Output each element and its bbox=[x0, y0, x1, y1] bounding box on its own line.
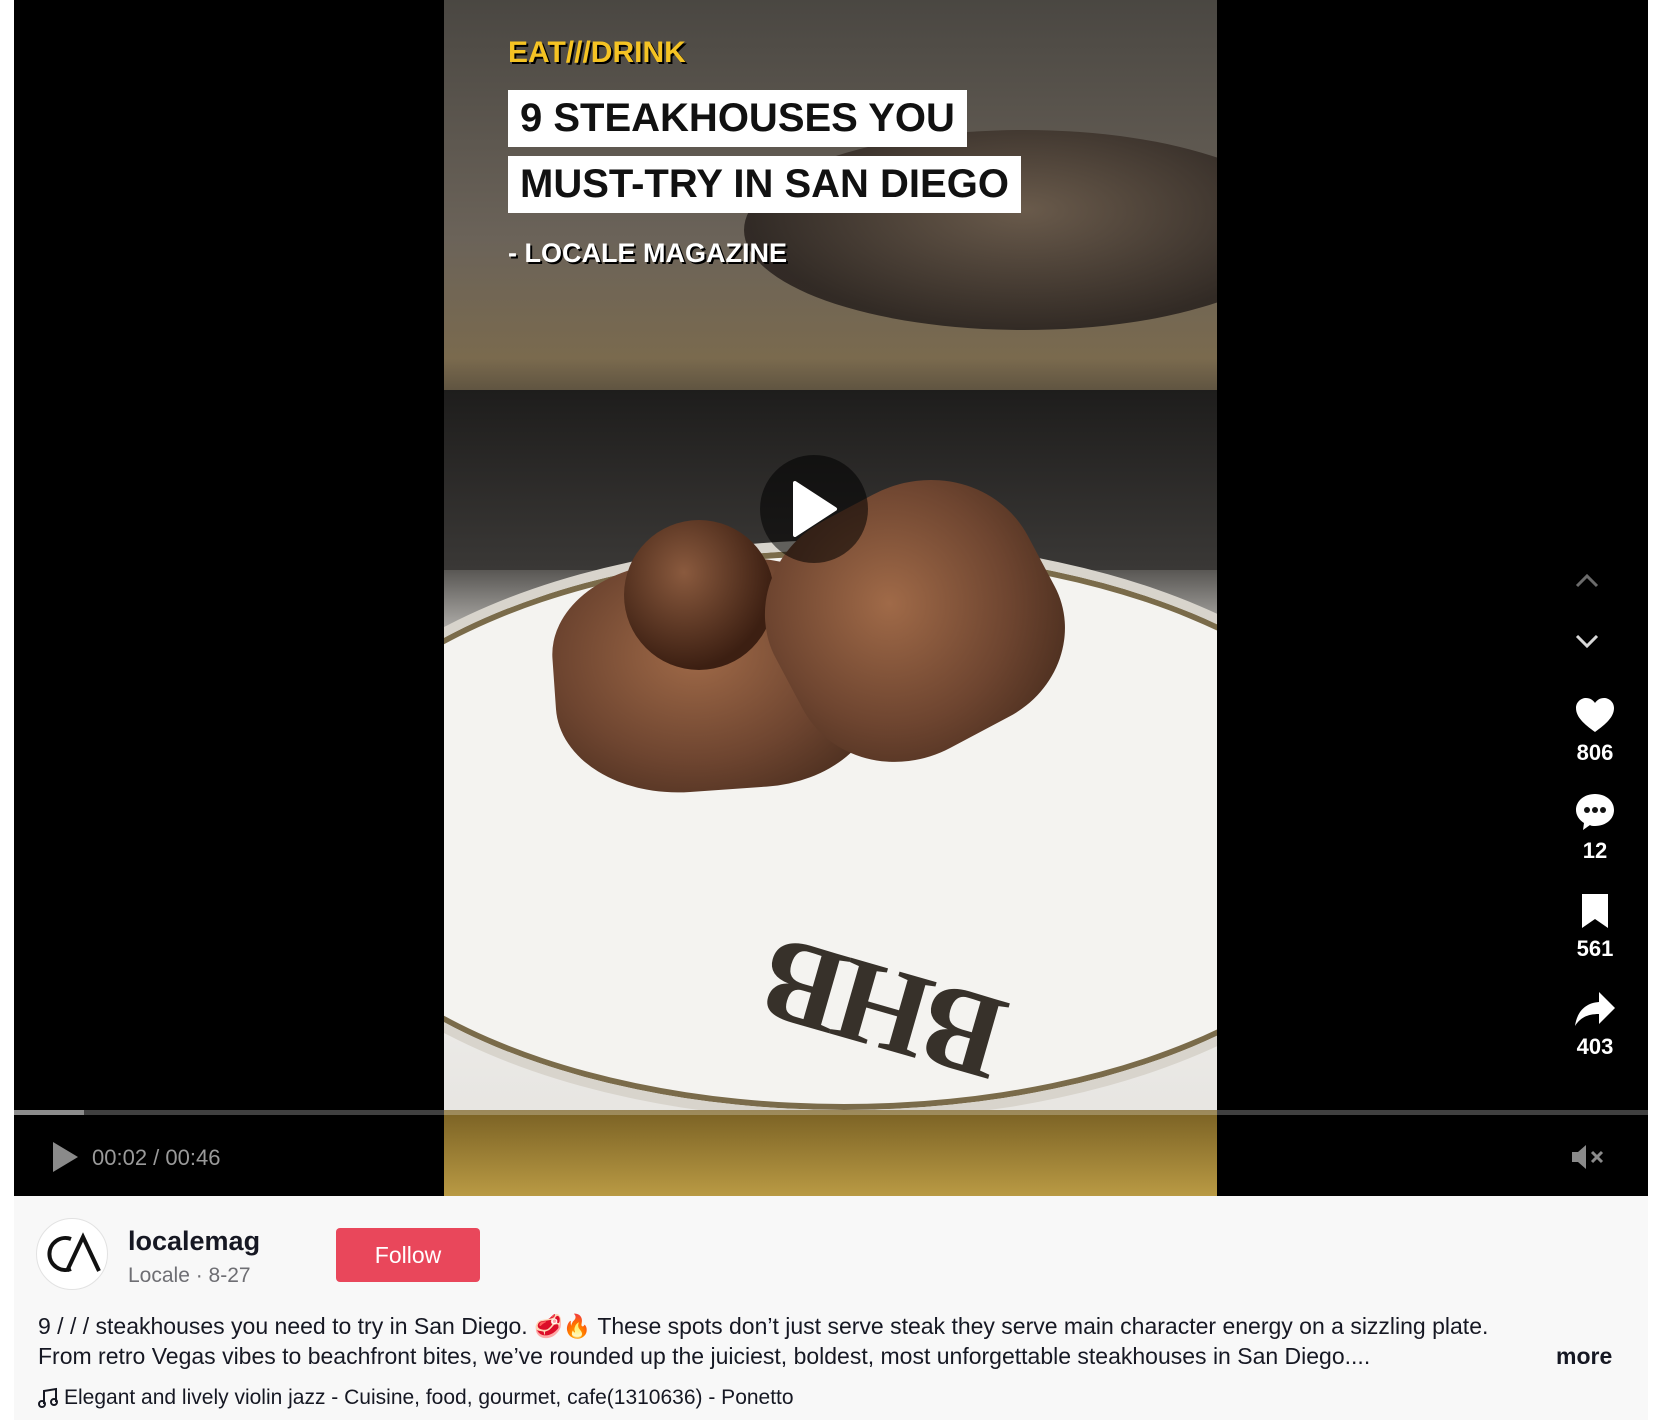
author-meta: Locale · 8-27 bbox=[128, 1264, 251, 1287]
chevron-up-icon bbox=[1575, 573, 1599, 588]
avatar[interactable] bbox=[36, 1218, 108, 1290]
sauce-image bbox=[624, 520, 774, 670]
center-play-button[interactable] bbox=[760, 455, 868, 563]
author-username[interactable]: localemag bbox=[128, 1226, 260, 1257]
music-info[interactable]: Elegant and lively violin jazz - Cuisine… bbox=[38, 1386, 794, 1410]
like-count: 806 bbox=[1576, 740, 1614, 765]
heart-icon bbox=[1576, 698, 1614, 732]
video-description-line-2: From retro Vegas vibes to beachfront bit… bbox=[38, 1343, 1371, 1369]
bookmark-icon bbox=[1582, 894, 1608, 928]
video-description-line-1: 9 / / / steakhouses you need to try in S… bbox=[38, 1313, 1489, 1339]
play-icon bbox=[53, 1142, 78, 1172]
video-category-label: EAT///DRINK bbox=[508, 36, 686, 69]
previous-video-button[interactable] bbox=[1574, 572, 1600, 595]
save-count: 561 bbox=[1576, 936, 1614, 961]
like-button[interactable]: 806 bbox=[1554, 696, 1636, 766]
video-title-line-2: MUST-TRY IN SAN DIEGO bbox=[508, 156, 1021, 213]
video-table-image bbox=[444, 1110, 1217, 1196]
more-link[interactable]: more bbox=[1556, 1343, 1612, 1370]
time-display: 00:02 / 00:46 bbox=[92, 1145, 221, 1170]
video-title-line-1: 9 STEAKHOUSES YOU bbox=[508, 90, 967, 147]
music-note-icon bbox=[38, 1387, 58, 1408]
next-video-button[interactable] bbox=[1574, 632, 1600, 655]
play-icon bbox=[793, 481, 837, 537]
progress-bar[interactable] bbox=[14, 1110, 1648, 1115]
comment-count: 12 bbox=[1582, 838, 1608, 863]
play-button[interactable] bbox=[50, 1140, 80, 1179]
mute-icon bbox=[1572, 1145, 1604, 1169]
share-count: 403 bbox=[1576, 1034, 1614, 1059]
follow-button[interactable]: Follow bbox=[336, 1228, 480, 1282]
save-button[interactable]: 561 bbox=[1554, 892, 1636, 962]
music-title: Elegant and lively violin jazz - Cuisine… bbox=[64, 1386, 794, 1409]
video-byline: - LOCALE MAGAZINE bbox=[508, 238, 787, 268]
video-frame[interactable]: BHB EAT///DRINK 9 STEAKHOUSES YOU MUST-T… bbox=[444, 0, 1217, 1196]
progress-bar-fill bbox=[14, 1110, 85, 1115]
video-info-panel: localemag Locale · 8-27 Follow 9 / / / s… bbox=[14, 1196, 1648, 1420]
share-button[interactable]: 403 bbox=[1554, 990, 1636, 1060]
comment-icon bbox=[1576, 794, 1614, 830]
mute-button[interactable] bbox=[1570, 1142, 1606, 1177]
share-icon bbox=[1575, 992, 1615, 1026]
comment-button[interactable]: 12 bbox=[1554, 792, 1636, 864]
chevron-down-icon bbox=[1575, 634, 1599, 649]
video-player[interactable]: BHB EAT///DRINK 9 STEAKHOUSES YOU MUST-T… bbox=[14, 0, 1648, 1196]
locale-logo-icon bbox=[47, 1232, 101, 1272]
